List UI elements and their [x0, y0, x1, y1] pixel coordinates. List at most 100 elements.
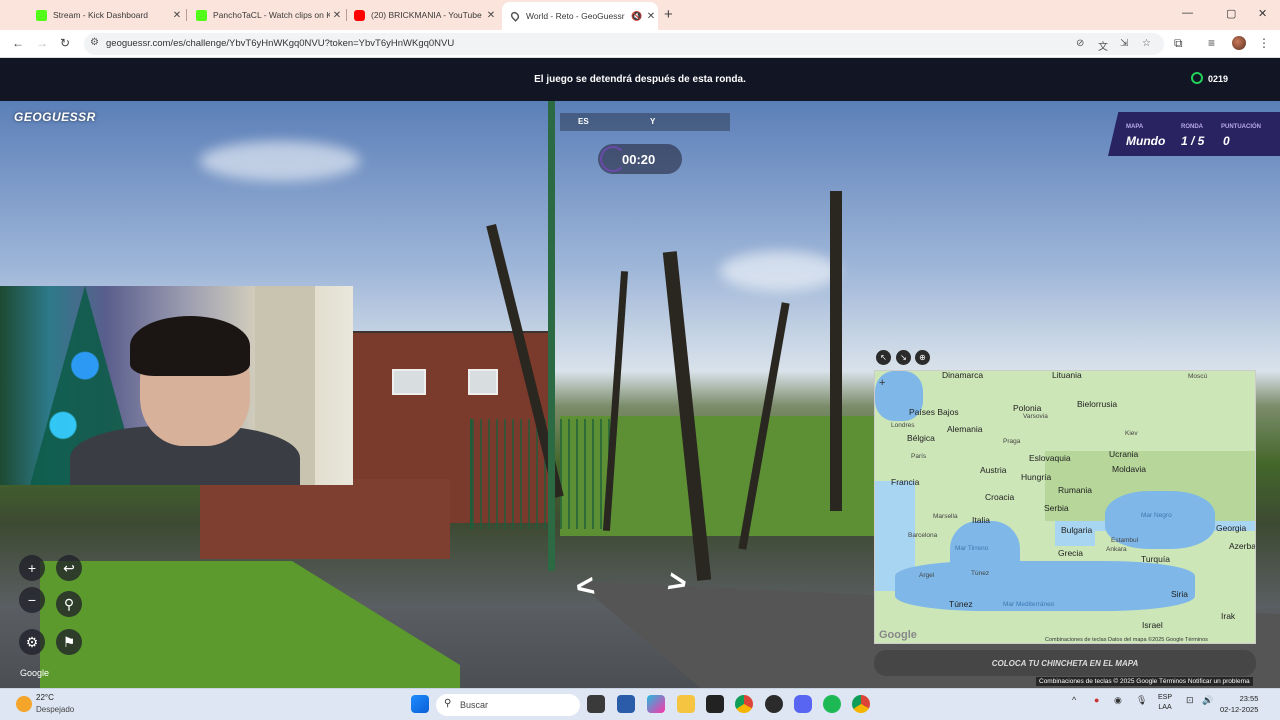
taskbar-search[interactable]: ⚲ Buscar	[436, 694, 580, 716]
kick-icon	[36, 9, 47, 21]
url-text[interactable]: geoguessr.com/es/challenge/YbvT6yHnWKgq0…	[106, 38, 454, 49]
install-icon[interactable]: ⇲	[1120, 38, 1128, 49]
map-label: Mar Tirreno	[955, 545, 989, 552]
expand-map-icon[interactable]: ↖	[876, 350, 891, 365]
zoom-out-button[interactable]: −	[19, 587, 45, 613]
windows-taskbar: 22°C Despejado ⚲ Buscar ^ ● ◉ 🎙 ESP LAA …	[0, 688, 1280, 720]
media-control-icon[interactable]: ≡	[1208, 36, 1215, 50]
task-view-icon[interactable]	[587, 695, 605, 713]
map-label: Polonia	[1013, 403, 1042, 413]
chrome-icon[interactable]	[735, 695, 753, 713]
volume-icon[interactable]: 🔊	[1202, 695, 1213, 706]
house-window	[468, 369, 498, 395]
mute-tab-icon[interactable]: 🔇	[630, 11, 644, 22]
extensions-icon[interactable]: ⧉	[1174, 36, 1183, 51]
return-to-start-icon[interactable]: ⚲	[56, 591, 82, 617]
omnibox[interactable]: ⚙ geoguessr.com/es/challenge/YbvT6yHnWKg…	[84, 33, 1164, 55]
guess-map[interactable]: Dinamarca Lituania Moscú Países Bajos Po…	[874, 370, 1256, 644]
profile-avatar[interactable]	[1232, 36, 1246, 50]
weather-temp[interactable]: 22°C	[36, 693, 54, 702]
back-icon[interactable]: ←	[12, 36, 24, 50]
copilot-icon[interactable]	[647, 695, 665, 713]
streamer-hair	[130, 316, 250, 376]
stopwatch-icon	[1191, 72, 1203, 84]
tab-title: World - Reto - GeoGuessr	[526, 11, 625, 21]
score-value: 0	[1223, 134, 1230, 148]
windows-start-icon[interactable]	[411, 695, 429, 713]
maximize-icon[interactable]: ▢	[1226, 7, 1236, 20]
map-label: Bielorrusia	[1077, 399, 1118, 409]
google-watermark: Google	[20, 668, 50, 678]
tab-strip: Stream - Kick Dashboard ✕ PanchoTaCL - W…	[0, 0, 1280, 30]
bookmark-star-icon[interactable]: ☆	[1142, 38, 1151, 49]
tab-geoguessr[interactable]: World - Reto - GeoGuessr 🔇 ✕	[502, 2, 658, 30]
settings-gear-icon[interactable]: ⚙	[19, 629, 45, 655]
map-label: Países Bajos	[909, 407, 959, 417]
map-label: Francia	[891, 477, 920, 487]
map-zoom-in-icon[interactable]: +	[879, 377, 885, 389]
map-label: Ucrania	[1109, 449, 1139, 459]
map-label: Mar Negro	[1141, 512, 1172, 519]
map-label: Praga	[1003, 438, 1021, 445]
input-language[interactable]: ESP LAA	[1158, 693, 1172, 713]
place-pin-button[interactable]: COLOCA TU CHINCHETA EN EL MAPA	[874, 650, 1256, 676]
discord-icon[interactable]	[794, 695, 812, 713]
clock[interactable]: 23:55 02-12-2025	[1220, 693, 1258, 715]
tab-kick-clips[interactable]: PanchoTaCL - Watch clips on K ✕	[188, 4, 344, 26]
network-icon[interactable]: ⊡	[1186, 695, 1194, 706]
round-end-banner: El juego se detendrá después de esta ron…	[534, 74, 746, 85]
weather-condition[interactable]: Despejado	[36, 705, 74, 714]
close-window-icon[interactable]: ✕	[1258, 7, 1267, 20]
file-explorer-icon[interactable]	[677, 695, 695, 713]
map-label: Kiev	[1125, 430, 1138, 437]
microphone-icon[interactable]: 🎙	[1136, 695, 1147, 706]
map-value: Mundo	[1126, 134, 1166, 148]
map-label: Hungría	[1021, 472, 1052, 482]
forward-icon[interactable]: →	[36, 36, 48, 50]
undo-move-icon[interactable]: ↩	[56, 555, 82, 581]
pin-map-icon[interactable]: ⊕	[915, 350, 930, 365]
reload-icon[interactable]: ↻	[60, 36, 70, 50]
map-label: Moldavia	[1112, 464, 1147, 474]
brick-wall	[200, 479, 450, 559]
store-icon[interactable]	[617, 695, 635, 713]
shrink-map-icon[interactable]: ↘	[896, 350, 911, 365]
geoguessr-pin-icon	[509, 10, 521, 22]
cloud	[200, 141, 360, 181]
map-label: Turquía	[1141, 554, 1170, 564]
close-tab-icon[interactable]: ✕	[644, 11, 658, 22]
tray-overflow-icon[interactable]: ^	[1072, 695, 1076, 705]
camera-blocked-icon[interactable]: ⊘	[1076, 38, 1084, 49]
clock-time: 23:55	[1239, 694, 1259, 703]
map-label: Túnez	[949, 599, 973, 609]
translate-icon[interactable]: 文	[1098, 38, 1108, 53]
site-info-icon[interactable]: ⚙	[90, 37, 99, 48]
tray-app-icon[interactable]: ◉	[1114, 695, 1122, 706]
chrome-active-icon[interactable]	[852, 695, 870, 713]
flag-icon[interactable]: ⚑	[56, 629, 82, 655]
menu-kebab-icon[interactable]: ⋮	[1258, 36, 1270, 50]
map-label: Londres	[891, 422, 915, 429]
tab-kick-dashboard[interactable]: Stream - Kick Dashboard ✕	[28, 4, 184, 26]
map-label: Ankara	[1106, 546, 1127, 553]
map-label: Israel	[1142, 620, 1163, 630]
zoom-in-button[interactable]: +	[19, 555, 45, 581]
lang-bottom: LAA	[1158, 704, 1172, 711]
new-tab-button[interactable]: +	[664, 6, 673, 23]
close-tab-icon[interactable]: ✕	[330, 10, 344, 21]
round-label: RONDA	[1181, 124, 1203, 130]
close-tab-icon[interactable]: ✕	[170, 10, 184, 21]
score-label: PUNTUACIÓN	[1221, 124, 1261, 130]
tyrrhenian-sea	[950, 521, 1020, 591]
close-tab-icon[interactable]: ✕	[484, 10, 498, 21]
spotify-icon[interactable]	[823, 695, 841, 713]
map-google-logo: Google	[879, 629, 917, 641]
obs-icon[interactable]	[765, 695, 783, 713]
round-countdown: 00:20	[598, 144, 682, 174]
tray-app-icon[interactable]: ●	[1094, 695, 1099, 705]
weather-sun-icon[interactable]	[16, 696, 32, 712]
tab-youtube[interactable]: (20) BRICKMANIA - YouTube ✕	[346, 4, 498, 26]
map-label: Croacia	[985, 492, 1015, 502]
epic-games-icon[interactable]	[706, 695, 724, 713]
minimize-icon[interactable]: —	[1182, 7, 1193, 19]
